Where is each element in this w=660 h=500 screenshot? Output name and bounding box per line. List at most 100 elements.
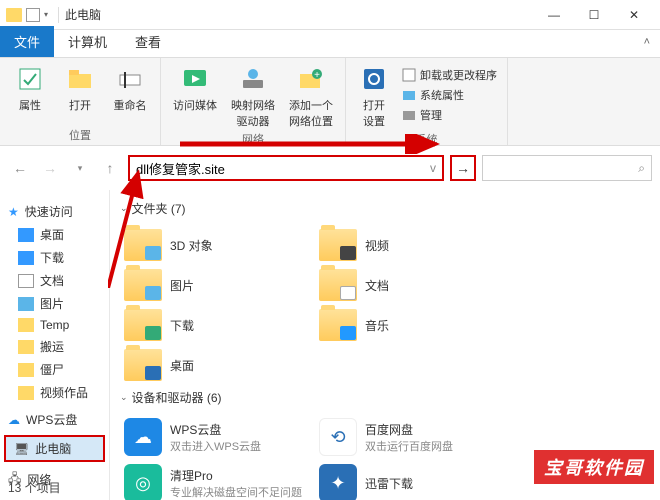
manage-icon: [402, 108, 416, 122]
rename-button[interactable]: 重命名: [110, 64, 150, 125]
back-button[interactable]: ←: [8, 156, 32, 180]
device-wps[interactable]: ☁ WPS云盘双击进入WPS云盘: [120, 414, 315, 460]
settings-icon: [359, 64, 389, 94]
ribbon-group-network: 访问媒体 映射网络 驱动器 + 添加一个 网络位置 网络: [161, 58, 346, 145]
folder-icon: [124, 269, 162, 301]
recent-dropdown[interactable]: ▾: [68, 156, 92, 180]
folder-icon: [6, 8, 22, 22]
forward-button[interactable]: →: [38, 156, 62, 180]
folder-videos[interactable]: 视频: [315, 225, 510, 265]
up-button[interactable]: ↑: [98, 156, 122, 180]
address-input[interactable]: [136, 161, 430, 176]
baidu-icon: ⟲: [319, 418, 357, 456]
watermark: 宝哥软件园: [534, 450, 654, 484]
folder-icon: [18, 318, 34, 332]
folder-icon: [124, 229, 162, 261]
device-cleaner-pro[interactable]: ◎ 清理Pro专业解决磁盘空间不足问题: [120, 460, 315, 500]
chevron-down-icon: ⌄: [120, 392, 128, 403]
folder-icon: [319, 309, 357, 341]
properties-icon: [15, 64, 45, 94]
media-icon: [180, 64, 210, 94]
docs-icon: [18, 274, 34, 288]
uninstall-label: 卸载或更改程序: [420, 67, 497, 83]
sidebar-pictures[interactable]: 图片: [0, 292, 109, 315]
manage-label: 管理: [420, 107, 442, 123]
group-label-location: 位置: [10, 127, 150, 143]
map-drive-label: 映射网络 驱动器: [231, 97, 275, 129]
open-icon: [65, 64, 95, 94]
add-location-button[interactable]: + 添加一个 网络位置: [287, 64, 335, 129]
address-bar: ← → ▾ ↑ v → ⌕: [8, 152, 652, 184]
sidebar-video-works[interactable]: 视频作品: [0, 381, 109, 404]
svg-text:+: +: [314, 70, 320, 81]
desktop-icon: [18, 228, 34, 242]
sidebar-temp[interactable]: Temp: [0, 315, 109, 335]
collapse-ribbon-icon[interactable]: ˄: [644, 36, 650, 48]
folder-music[interactable]: 音乐: [315, 305, 510, 345]
search-box[interactable]: ⌕: [482, 155, 652, 181]
map-drive-button[interactable]: 映射网络 驱动器: [229, 64, 277, 129]
section-devices-header[interactable]: ⌄ 设备和驱动器 (6): [120, 389, 650, 406]
tab-computer[interactable]: 计算机: [54, 26, 121, 57]
divider: [58, 7, 59, 23]
window-title: 此电脑: [65, 6, 534, 23]
maximize-button[interactable]: ☐: [574, 0, 614, 30]
group-label-network: 网络: [171, 131, 335, 147]
pics-icon: [18, 297, 34, 311]
open-settings-button[interactable]: 打开 设置: [356, 64, 392, 129]
sidebar-quick-access[interactable]: ★快速访问: [0, 200, 109, 223]
sys-props-icon: [402, 88, 416, 102]
open-button[interactable]: 打开: [60, 64, 100, 125]
media-button[interactable]: 访问媒体: [171, 64, 219, 129]
sidebar-this-pc[interactable]: 🖥此电脑: [4, 435, 105, 462]
chevron-down-icon[interactable]: ▾: [44, 10, 48, 19]
settings-label: 打开 设置: [363, 97, 385, 129]
ribbon-group-location: 属性 打开 重命名 位置: [0, 58, 161, 145]
folder-downloads[interactable]: 下载: [120, 305, 315, 345]
folder-pictures[interactable]: 图片: [120, 265, 315, 305]
download-icon: [18, 251, 34, 265]
chevron-down-icon: ⌄: [120, 203, 128, 214]
add-location-icon: +: [296, 64, 326, 94]
search-icon: ⌕: [638, 161, 645, 176]
address-dropdown-icon[interactable]: v: [430, 161, 436, 175]
add-location-label: 添加一个 网络位置: [289, 97, 333, 129]
sys-props-button[interactable]: 系统属性: [402, 86, 497, 104]
folder-documents[interactable]: 文档: [315, 265, 510, 305]
tab-file[interactable]: 文件: [0, 26, 54, 57]
group-label-system: 系统: [356, 131, 497, 147]
sys-props-label: 系统属性: [420, 87, 464, 103]
folder-desktop[interactable]: 桌面: [120, 345, 315, 385]
sidebar-wps[interactable]: ☁WPS云盘: [0, 408, 109, 431]
doc-icon: [26, 8, 40, 22]
folder-icon: [18, 363, 34, 377]
rename-icon: [115, 64, 145, 94]
sidebar-documents[interactable]: 文档: [0, 269, 109, 292]
xunlei-icon: ✦: [319, 464, 357, 500]
folder-icon: [319, 269, 357, 301]
sidebar-zombie[interactable]: 僵尸: [0, 358, 109, 381]
cloud-icon: ☁: [8, 413, 20, 427]
close-button[interactable]: ✕: [614, 0, 654, 30]
section-folders-header[interactable]: ⌄ 文件夹 (7): [120, 200, 650, 217]
manage-button[interactable]: 管理: [402, 106, 497, 124]
open-label: 打开: [69, 97, 91, 113]
uninstall-button[interactable]: 卸载或更改程序: [402, 66, 497, 84]
map-drive-icon: [238, 64, 268, 94]
device-xunlei[interactable]: ✦ 迅雷下载: [315, 460, 510, 500]
pc-icon: 🖥: [14, 442, 29, 456]
folder-3d-objects[interactable]: 3D 对象: [120, 225, 315, 265]
tab-view[interactable]: 查看: [121, 26, 175, 57]
properties-button[interactable]: 属性: [10, 64, 50, 125]
wps-icon: ☁: [124, 418, 162, 456]
go-button[interactable]: →: [450, 155, 476, 181]
sidebar-moving[interactable]: 搬运: [0, 335, 109, 358]
sidebar-downloads[interactable]: 下载: [0, 246, 109, 269]
device-baidu[interactable]: ⟲ 百度网盘双击运行百度网盘: [315, 414, 510, 460]
folder-icon: [124, 309, 162, 341]
folder-icon: [124, 349, 162, 381]
minimize-button[interactable]: —: [534, 0, 574, 30]
ribbon-group-system: 打开 设置 卸载或更改程序 系统属性 管理 系统: [346, 58, 508, 145]
media-label: 访问媒体: [173, 97, 217, 113]
sidebar-desktop[interactable]: 桌面: [0, 223, 109, 246]
